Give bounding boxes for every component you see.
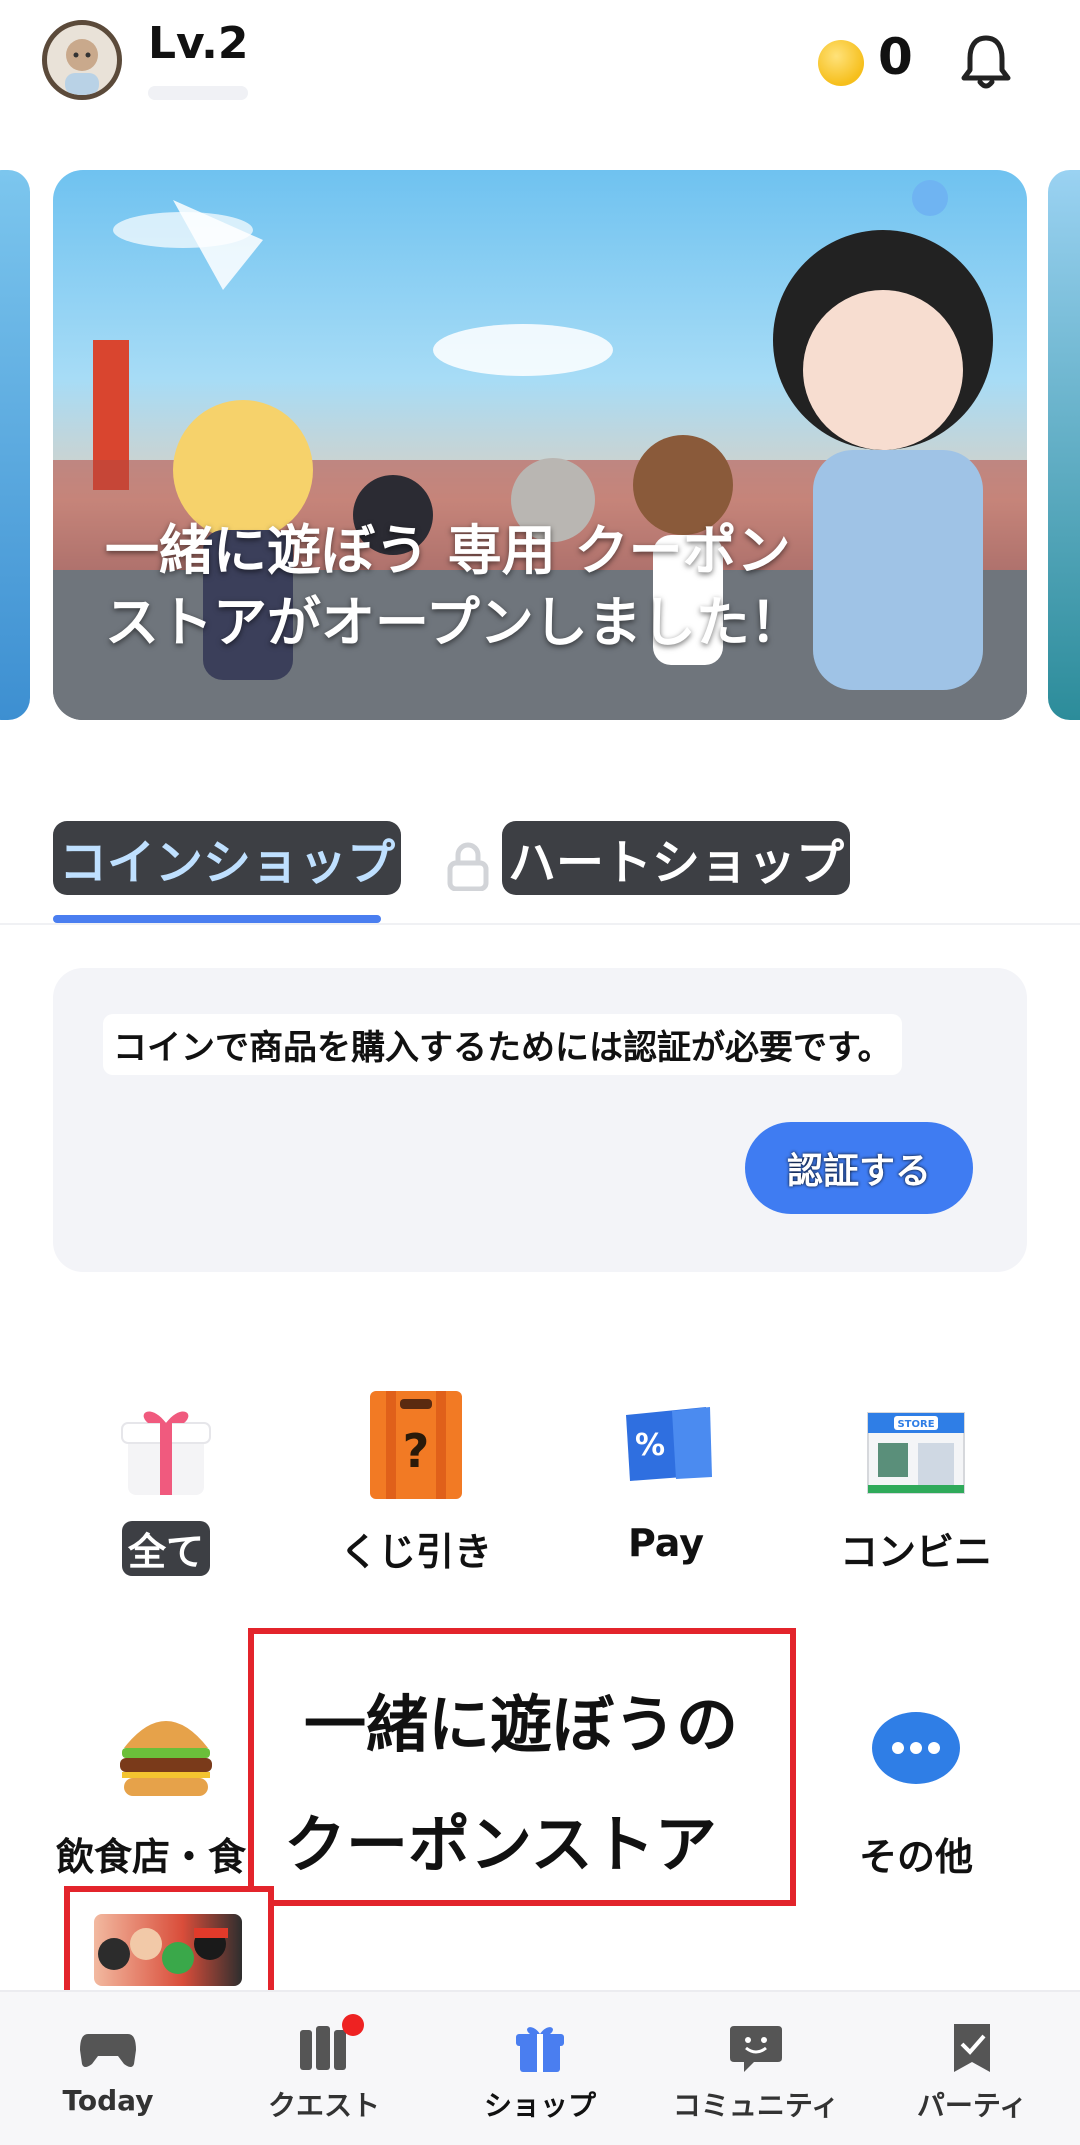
promo-banner[interactable]: 一緒に遊ぼう 専用 クーポン ストアがオープンしました！: [53, 170, 1027, 720]
svg-text:%: %: [635, 1428, 665, 1463]
level-label: Lv.2: [148, 18, 249, 69]
party-icon: [942, 2020, 1002, 2076]
avatar[interactable]: [42, 20, 122, 100]
category-all[interactable]: 全て: [56, 1385, 276, 1576]
nav-shop[interactable]: ショップ: [432, 1992, 648, 2145]
verify-button[interactable]: 認証する: [745, 1122, 973, 1214]
category-label: 飲食店・食品: [56, 1835, 285, 1879]
category-pay[interactable]: % Pay: [556, 1385, 776, 1565]
lottery-box-icon: ?: [356, 1385, 476, 1505]
pay-coupon-icon: %: [606, 1385, 726, 1505]
callout-line-2: クーポンストア: [284, 1808, 717, 1881]
lock-icon: [446, 841, 490, 892]
banner-carousel[interactable]: 一緒に遊ぼう 専用 クーポン ストアがオープンしました！: [0, 170, 1080, 720]
banner-line-1: 一緒に遊ぼう 専用 クーポン: [105, 519, 791, 582]
burger-icon: [106, 1690, 226, 1810]
bell-icon[interactable]: [960, 32, 1012, 92]
level-progress-bar: [148, 86, 248, 100]
svg-text:STORE: STORE: [897, 1419, 934, 1430]
banner-caption: 一緒に遊ぼう 専用 クーポン ストアがオープンしました！: [105, 515, 1005, 659]
callout-line-1: 一緒に遊ぼうの: [304, 1688, 739, 1761]
top-header: Lv.2 0: [0, 0, 1080, 150]
nav-today[interactable]: Today: [0, 1992, 216, 2145]
tab-heart-shop[interactable]: ハートショップ: [502, 821, 851, 895]
verification-notice: コインで商品を購入するためには認証が必要です。 認証する: [53, 968, 1027, 1272]
svg-text:?: ?: [403, 1424, 430, 1478]
banner-peek-previous[interactable]: [0, 170, 30, 720]
category-restaurant-food[interactable]: 飲食店・食品: [56, 1690, 285, 1881]
category-label: その他: [858, 1835, 973, 1879]
store-icon: STORE: [856, 1385, 976, 1505]
banner-line-2: ストアがオープンしました！: [105, 591, 804, 654]
category-label: くじ引き: [339, 1530, 492, 1574]
gift-icon: [106, 1385, 226, 1505]
quest-icon: [294, 2014, 364, 2076]
category-lottery[interactable]: ? くじ引き: [306, 1385, 526, 1576]
coupon-store-callout: 一緒に遊ぼうの クーポンストア: [248, 1628, 796, 1906]
tab-coin-shop[interactable]: コインショップ: [53, 821, 402, 895]
bottom-navigation: Today クエスト ショップ コミュニティ パーティ: [0, 1990, 1080, 2145]
nav-label: パーティ: [916, 2089, 1028, 2122]
verification-message: コインで商品を購入するためには認証が必要です。: [103, 1014, 902, 1075]
active-tab-indicator: [53, 915, 381, 923]
gamepad-icon: [78, 2020, 138, 2076]
nav-label: クエスト: [267, 2089, 380, 2122]
category-label: 全て: [121, 1521, 210, 1576]
coin-count: 0: [878, 28, 913, 86]
characters-thumbnail: [94, 1914, 242, 1986]
nav-community[interactable]: コミュニティ: [648, 1992, 864, 2145]
nav-party[interactable]: パーティ: [864, 1992, 1080, 2145]
category-convenience-store[interactable]: STORE コンビニ: [806, 1385, 1026, 1576]
community-icon: [726, 2020, 786, 2076]
nav-label: ショップ: [483, 2089, 596, 2122]
category-other[interactable]: その他: [806, 1690, 1026, 1881]
category-label: Pay: [627, 1521, 705, 1565]
nav-label: コミュニティ: [672, 2089, 840, 2122]
shop-gift-icon: [510, 2020, 570, 2076]
banner-peek-next[interactable]: [1048, 170, 1080, 720]
coin-icon: [818, 40, 864, 86]
more-icon: [856, 1690, 976, 1810]
category-label: コンビニ: [839, 1530, 992, 1574]
shop-tabs: コインショップ ハートショップ: [0, 815, 1080, 925]
nav-label: Today: [62, 2084, 154, 2117]
nav-quest[interactable]: クエスト: [216, 1992, 432, 2145]
notification-badge: [342, 2014, 364, 2036]
